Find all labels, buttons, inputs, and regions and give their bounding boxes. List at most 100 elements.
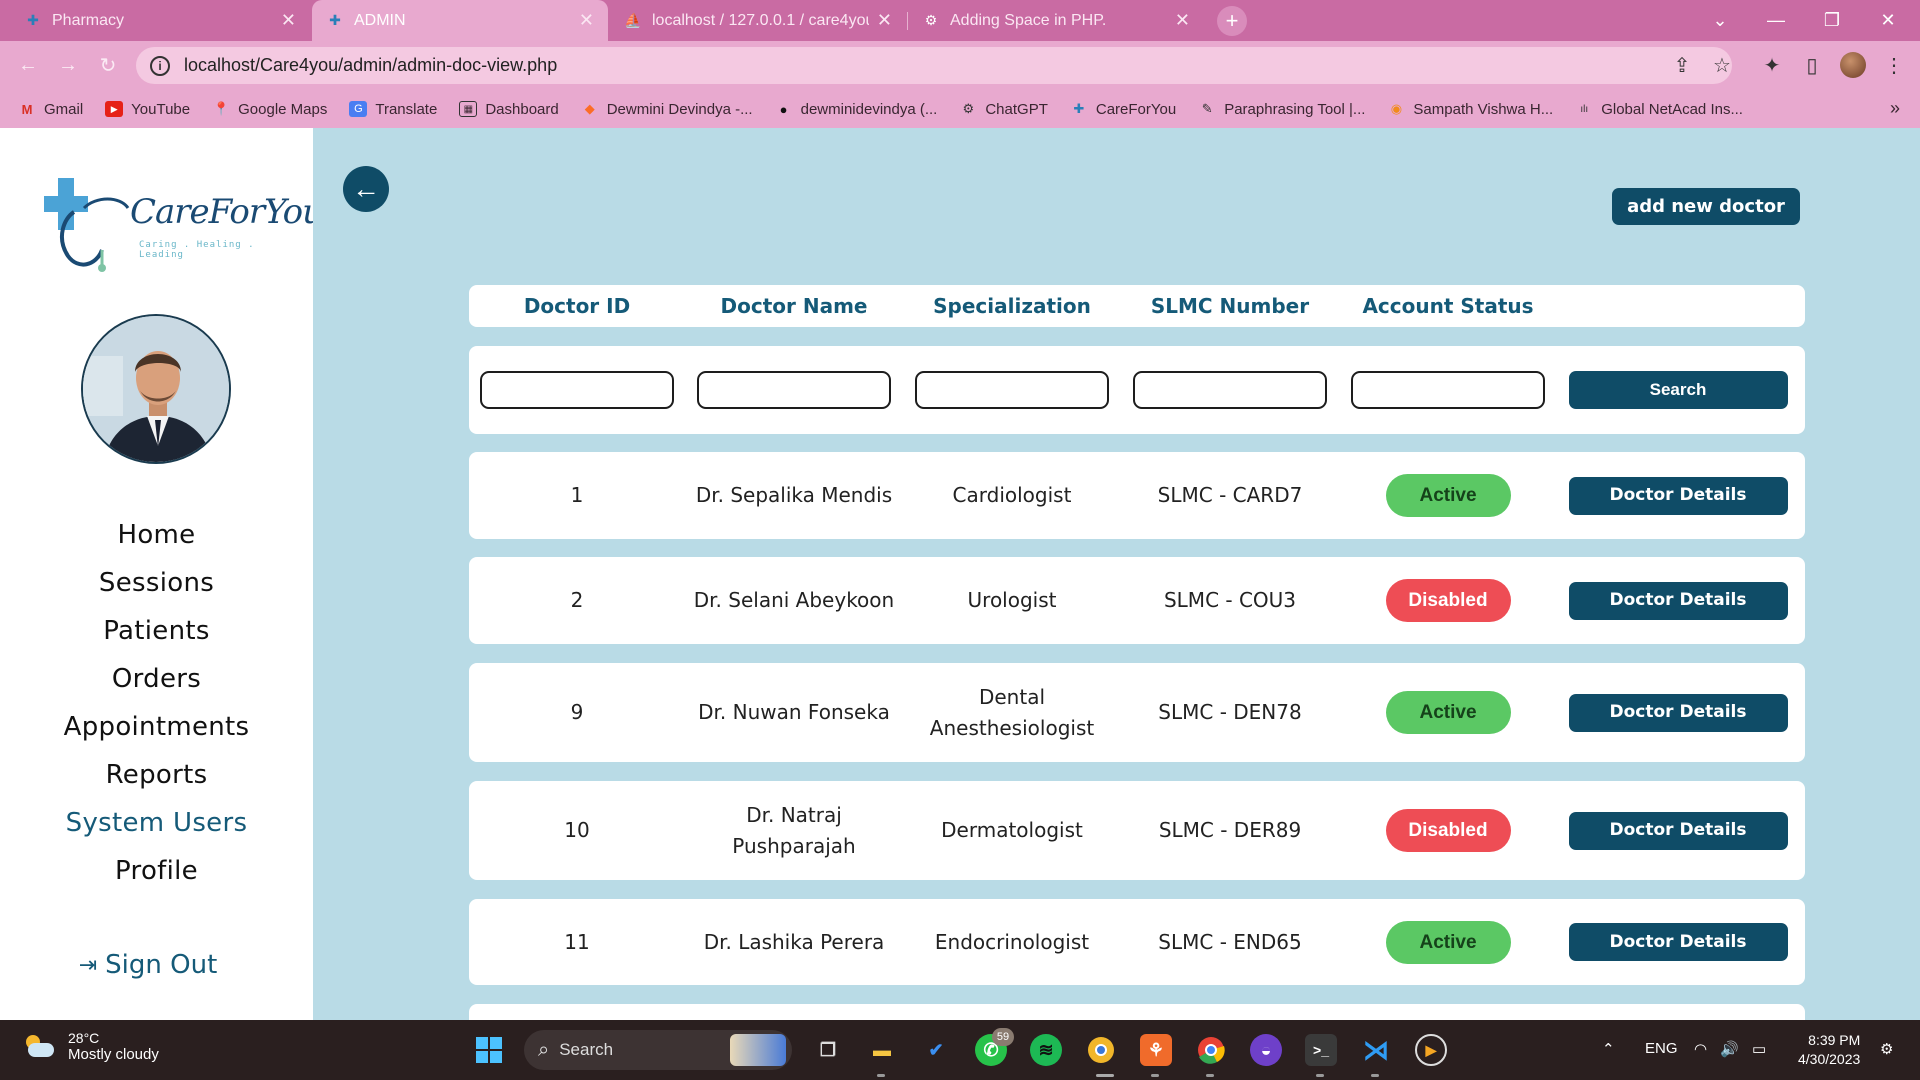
bookmark-careforyou[interactable]: ✚ CareForYou — [1070, 101, 1176, 118]
sign-out-button[interactable]: ⇥ Sign Out — [0, 950, 296, 980]
sidebar-item-sessions[interactable]: Sessions — [0, 559, 313, 607]
sidebar-item-reports[interactable]: Reports — [0, 751, 313, 799]
tab-search-chevron-icon[interactable]: ⌄ — [1692, 0, 1748, 41]
weather-widget[interactable]: 28°C Mostly cloudy — [22, 1030, 159, 1063]
sidebar-item-profile[interactable]: Profile — [0, 847, 313, 895]
media-player-icon[interactable]: ▶ — [1415, 1034, 1447, 1066]
volume-icon[interactable]: 🔊 — [1720, 1040, 1739, 1058]
table-header: Doctor ID Doctor Name Specialization SLM… — [469, 285, 1805, 327]
bookmark-youtube[interactable]: ▶ YouTube — [105, 101, 190, 118]
back-nav-icon[interactable]: ← — [14, 51, 42, 79]
minimize-button[interactable]: — — [1748, 0, 1804, 41]
back-arrow-button[interactable]: ← — [343, 166, 389, 212]
xampp-icon[interactable]: ⚘ — [1140, 1034, 1172, 1066]
more-bookmarks-icon[interactable]: » — [1890, 98, 1900, 119]
site-info-icon[interactable]: i — [150, 55, 170, 76]
close-tab-icon[interactable]: ✕ — [281, 10, 296, 31]
sidebar-item-orders[interactable]: Orders — [0, 655, 313, 703]
add-new-doctor-button[interactable]: add new doctor — [1612, 188, 1800, 225]
column-header-slmc-number: SLMC Number — [1150, 294, 1310, 318]
todo-icon[interactable]: ✔ — [920, 1034, 952, 1066]
bookmark-translate[interactable]: G Translate — [349, 101, 437, 118]
chrome-icon[interactable] — [1195, 1034, 1227, 1066]
column-header-account-status: Account Status — [1362, 294, 1534, 318]
bookmark-google-maps[interactable]: 📍 Google Maps — [212, 101, 327, 118]
input-language[interactable]: ENG — [1645, 1040, 1678, 1057]
close-tab-icon[interactable]: ✕ — [579, 10, 594, 31]
spotify-icon[interactable]: ≋ — [1030, 1034, 1062, 1066]
extensions-icon[interactable]: ✦ — [1758, 51, 1786, 79]
search-icon: ⌕ — [538, 1038, 550, 1061]
close-tab-icon[interactable]: ✕ — [877, 10, 892, 31]
windows-start-icon[interactable] — [473, 1034, 505, 1066]
doctor-details-button[interactable]: Doctor Details — [1568, 693, 1788, 732]
bookmark-gmail[interactable]: M Gmail — [18, 101, 84, 118]
chrome-canary-icon[interactable] — [1085, 1034, 1117, 1066]
profile-avatar-icon[interactable] — [1840, 52, 1866, 78]
bookmark-paraphrasing[interactable]: ✎ Paraphrasing Tool |... — [1198, 101, 1366, 118]
account-status-filter-input[interactable] — [1351, 371, 1545, 409]
terminal-icon[interactable]: >_ — [1305, 1034, 1337, 1066]
specialization-filter-input[interactable] — [915, 371, 1109, 409]
search-button[interactable]: Search — [1568, 371, 1788, 409]
doctor-details-button[interactable]: Doctor Details — [1568, 581, 1788, 620]
chatgpt-icon: ⚙ — [962, 101, 975, 116]
sidebar-item-appointments[interactable]: Appointments — [0, 703, 313, 751]
close-window-button[interactable]: ✕ — [1860, 0, 1916, 41]
column-header-doctor-name: Doctor Name — [720, 294, 868, 318]
slmc-number-filter-input[interactable] — [1133, 371, 1327, 409]
doctor-name-filter-input[interactable] — [697, 371, 891, 409]
sidebar-item-system-users[interactable]: System Users — [0, 799, 313, 847]
bookmark-label: CareForYou — [1095, 100, 1177, 118]
notifications-icon[interactable]: ⚙ — [1880, 1040, 1893, 1058]
reload-icon[interactable]: ↻ — [94, 51, 122, 79]
translate-icon: G — [349, 101, 368, 117]
tab-admin[interactable]: ✚ ADMIN ✕ — [312, 0, 608, 41]
share-icon[interactable]: ⇪ — [1668, 51, 1696, 79]
tab-pharmacy[interactable]: ✚ Pharmacy ✕ — [10, 0, 310, 41]
side-panel-icon[interactable]: ▯ — [1798, 51, 1826, 79]
table-row: 11 Dr. Lashika Perera Endocrinologist SL… — [469, 899, 1805, 985]
new-tab-button[interactable]: + — [1217, 6, 1247, 36]
menu-kebab-icon[interactable]: ⋮ — [1880, 51, 1908, 79]
vscode-icon[interactable]: ⋊ — [1360, 1034, 1392, 1066]
weather-condition: Mostly cloudy — [68, 1046, 159, 1063]
sidebar-item-patients[interactable]: Patients — [0, 607, 313, 655]
bookmark-chatgpt[interactable]: ⚙ ChatGPT — [959, 101, 1048, 118]
task-view-icon[interactable]: ❐ — [812, 1034, 844, 1066]
bookmark-github[interactable]: ● dewminidevindya (... — [775, 101, 938, 118]
bookmark-sampath[interactable]: ◉ Sampath Vishwa H... — [1387, 101, 1553, 118]
url-bar[interactable]: i localhost/Care4you/admin/admin-doc-vie… — [136, 47, 1732, 84]
doctor-details-button[interactable]: Doctor Details — [1568, 476, 1788, 515]
doctor-id-filter-input[interactable] — [480, 371, 674, 409]
bookmark-dewmini[interactable]: ◆ Dewmini Devindya -... — [581, 101, 753, 118]
doctor-details-button[interactable]: Doctor Details — [1568, 811, 1788, 850]
restore-button[interactable]: ❐ — [1804, 0, 1860, 41]
tab-phpmyadmin[interactable]: ⛵ localhost / 127.0.0.1 / care4you / ✕ — [610, 0, 906, 41]
bookmark-netacad[interactable]: ılı Global NetAcad Ins... — [1575, 101, 1743, 118]
tab-label: Pharmacy — [52, 11, 125, 29]
doctor-details-button[interactable]: Doctor Details — [1568, 923, 1788, 961]
show-hidden-icons-chevron-icon[interactable]: ⌃ — [1602, 1040, 1615, 1058]
running-indicator — [877, 1074, 885, 1077]
tab-chatgpt[interactable]: ⚙ Adding Space in PHP. ✕ — [908, 0, 1204, 41]
battery-icon[interactable]: ▭ — [1752, 1040, 1766, 1058]
specialization-cell: Cardiologist — [952, 483, 1072, 507]
status-badge: Active — [1385, 474, 1511, 517]
bookmark-dashboard[interactable]: ▦ Dashboard — [459, 101, 559, 118]
gitlab-icon: ◆ — [584, 101, 595, 116]
github-desktop-icon[interactable]: ◒ — [1250, 1034, 1282, 1066]
forward-nav-icon[interactable]: → — [54, 51, 82, 79]
quill-icon: ✎ — [1201, 101, 1213, 116]
bookmark-star-icon[interactable]: ☆ — [1708, 51, 1736, 79]
wifi-icon[interactable]: ◠ — [1694, 1040, 1707, 1058]
google-maps-icon: 📍 — [213, 101, 230, 116]
sidebar-item-home[interactable]: Home — [0, 511, 313, 559]
system-clock[interactable]: 8:39 PM 4/30/2023 — [1798, 1031, 1860, 1069]
slmc-number-cell: SLMC - DEN78 — [1158, 700, 1302, 724]
careforyou-logo: CareForYou Caring . Healing . Leading — [44, 178, 324, 273]
doctor-name-cell: Dr. Nuwan Fonseka — [698, 700, 890, 724]
file-explorer-icon[interactable]: ▬ — [866, 1034, 898, 1066]
doctor-id-cell: 9 — [570, 700, 584, 724]
close-tab-icon[interactable]: ✕ — [1175, 10, 1190, 31]
